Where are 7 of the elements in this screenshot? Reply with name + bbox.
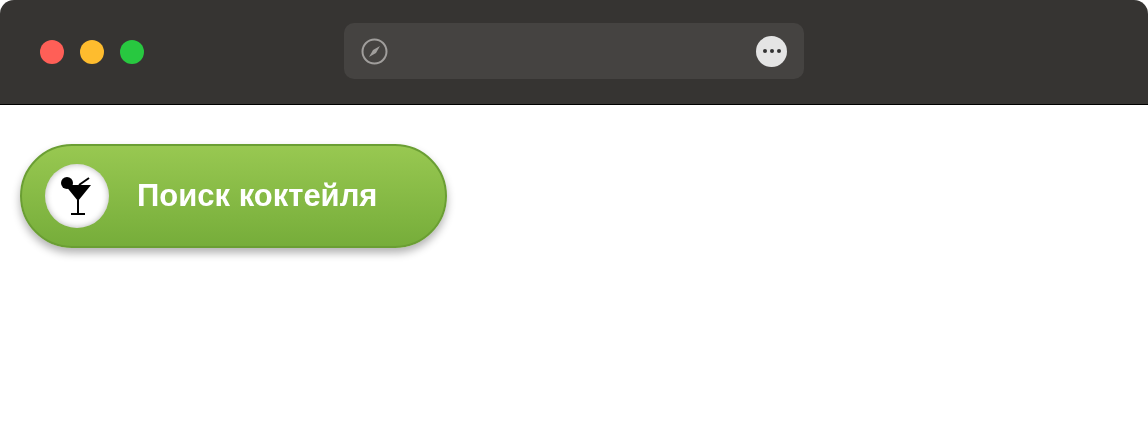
window-control-button[interactable] xyxy=(80,40,104,64)
more-button[interactable] xyxy=(756,35,787,67)
cocktail-search-button[interactable]: Поиск коктейля xyxy=(20,144,447,248)
window-control-button[interactable] xyxy=(120,40,144,64)
compass-icon xyxy=(361,37,388,65)
window-control-button[interactable] xyxy=(40,40,64,64)
address-bar[interactable] xyxy=(344,23,804,79)
